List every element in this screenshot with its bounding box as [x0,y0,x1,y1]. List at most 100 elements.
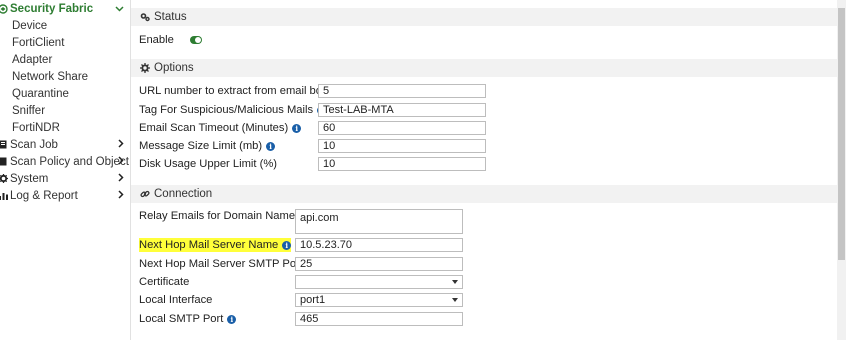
sidebar-item-scan-job[interactable]: Scan Job [0,136,130,153]
sidebar-item-sniffer[interactable]: Sniffer [0,102,130,119]
certificate-label: Certificate [139,275,189,289]
field-value: 5 [323,85,330,97]
sidebar-item-label: Scan Policy and Object [10,155,129,168]
sidebar-item-fortindr[interactable]: FortiNDR [0,119,130,136]
chevron-right-icon[interactable] [118,139,124,150]
local-interface-select[interactable]: port1 [295,293,463,307]
field-label: Next Hop Mail Server Name [139,239,279,251]
gear-icon [140,63,150,73]
scan-icon [0,140,8,149]
field-value: 10.5.23.70 [300,239,352,251]
field-label: Next Hop Mail Server SMTP Port [139,258,303,270]
sidebar-item-label: Quarantine [12,87,69,100]
disk-usage-input[interactable]: 10 [318,157,486,171]
size-limit-input[interactable]: 10 [318,139,486,153]
section-title: Status [154,11,187,23]
relay-domains-label: Relay Emails for Domain Namesi [139,209,314,223]
sidebar-item-quarantine[interactable]: Quarantine [0,85,130,102]
tag-label: Tag For Suspicious/Malicious Mailsi [139,103,327,117]
policy-icon [0,157,8,166]
sidebar-item-label: Security Fabric [10,2,94,15]
field-label: Message Size Limit (mb) [139,140,263,152]
field-label: Local SMTP Port [139,313,224,325]
sidebar-item-label: Network Share [12,70,89,83]
field-label: Relay Emails for Domain Names [139,210,301,222]
field-value: 465 [300,313,319,325]
chevron-down-icon[interactable] [115,4,124,14]
sidebar-item-scan-policy[interactable]: Scan Policy and Object [0,153,130,170]
dropdown-caret-icon [452,298,458,302]
section-title: Connection [154,188,213,200]
info-icon[interactable]: i [227,314,237,324]
gear-icon [0,174,8,183]
connection-section-header: Connection [131,185,837,203]
scan-timeout-label: Email Scan Timeout (Minutes) i [139,121,302,135]
info-icon[interactable]: i [266,141,276,151]
link-icon [140,189,150,199]
field-label: Certificate [139,276,190,288]
sidebar-item-label: Device [12,19,48,32]
sidebar-item-forticlient[interactable]: FortiClient [0,34,130,51]
url-number-label: URL number to extract from email bodyi [139,84,347,98]
local-smtp-port-label: Local SMTP Port i [139,312,237,326]
field-label: Local Interface [139,294,213,306]
field-value: port1 [300,294,326,306]
field-value: 10 [323,140,336,152]
field-label: URL number to extract from email body [139,85,334,97]
sidebar-item-device[interactable]: Device [0,17,130,34]
sidebar-item-label: FortiClient [12,36,65,49]
info-icon[interactable]: i [282,240,292,250]
sidebar-item-label: Scan Job [10,138,58,151]
sidebar-item-label: System [10,172,49,185]
sidebar-item-label: Sniffer [12,104,46,117]
section-title: Options [154,62,194,74]
sidebar-item-system[interactable]: System [0,170,130,187]
enable-label: Enable [139,33,174,47]
status-section-header: Status [131,8,837,26]
gears-icon [140,12,150,22]
next-hop-name-input[interactable]: 10.5.23.70 [295,238,463,252]
chevron-right-icon[interactable] [118,190,124,201]
field-value: api.com [300,212,339,224]
url-number-input[interactable]: 5 [318,84,486,98]
field-label: Disk Usage Upper Limit (%) [139,158,278,170]
info-icon[interactable]: i [292,123,302,133]
relay-domains-textarea[interactable]: api.com [295,209,463,234]
field-value: 60 [323,122,336,134]
sidebar-item-label: Log & Report [10,189,78,202]
field-value: Test-LAB-MTA [323,104,394,116]
enable-toggle[interactable] [190,36,202,44]
sidebar-item-label: Adapter [12,53,53,66]
field-label: Enable [139,34,174,46]
size-limit-label: Message Size Limit (mb) i [139,139,276,153]
next-hop-name-label: Next Hop Mail Server Name i [139,238,292,252]
local-interface-label: Local Interface [139,293,212,307]
sidebar-item-log-report[interactable]: Log & Report [0,187,130,204]
field-label: Email Scan Timeout (Minutes) [139,122,289,134]
sidebar: Security Fabric Device FortiClient Adapt… [0,0,131,340]
scrollbar-thumb[interactable] [838,8,845,260]
scan-timeout-input[interactable]: 60 [318,121,486,135]
sidebar-item-label: FortiNDR [12,121,60,134]
settings-panel: Status Enable Options URL number to extr… [131,0,837,340]
vertical-scrollbar[interactable] [837,0,846,340]
next-hop-port-input[interactable]: 25 [295,257,463,271]
dropdown-caret-icon [452,280,458,284]
disk-usage-label: Disk Usage Upper Limit (%) [139,157,277,171]
chart-icon [0,191,8,200]
certificate-select[interactable] [295,275,463,289]
tag-input[interactable]: Test-LAB-MTA [318,103,486,117]
sidebar-item-security-fabric[interactable]: Security Fabric [0,0,130,17]
next-hop-port-label: Next Hop Mail Server SMTP Porti [139,257,316,271]
local-smtp-port-input[interactable]: 465 [295,312,463,326]
sidebar-item-adapter[interactable]: Adapter [0,51,130,68]
sidebar-item-network-share[interactable]: Network Share [0,68,130,85]
toggle-knob [195,37,201,43]
security-fabric-icon [0,3,8,14]
options-section-header: Options [131,59,837,77]
field-value: 25 [300,258,313,270]
field-label: Tag For Suspicious/Malicious Mails [139,104,314,116]
field-value: 10 [323,158,336,170]
chevron-right-icon[interactable] [118,173,124,184]
chevron-right-icon[interactable] [118,156,124,167]
